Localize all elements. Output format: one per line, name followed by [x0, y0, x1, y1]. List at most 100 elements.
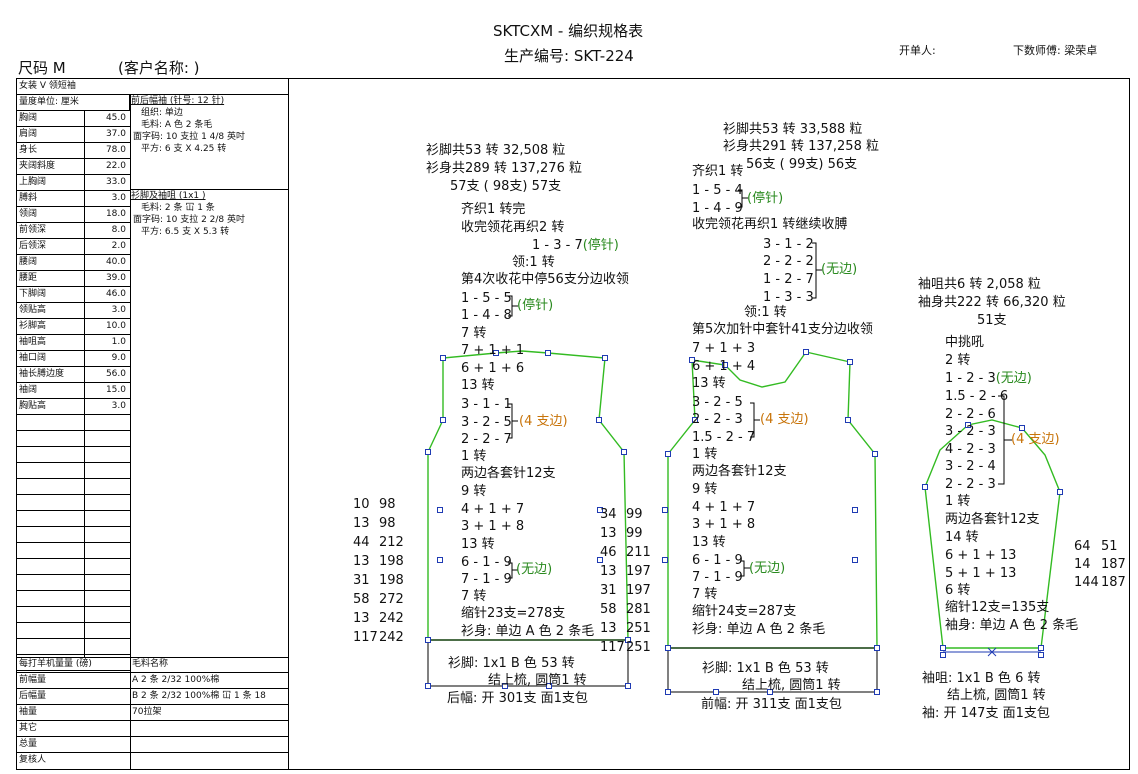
- node-handle[interactable]: [437, 557, 443, 563]
- count-a: 13: [353, 516, 370, 531]
- front-step: 6 + 1 + 4: [692, 359, 756, 374]
- count-a: 13: [600, 621, 617, 636]
- back-group3-note: (无边): [516, 562, 553, 577]
- node-handle[interactable]: [440, 355, 446, 361]
- sleeve-group-line: 3 - 2 - 4: [945, 459, 996, 474]
- back-step: 缩针23支=278支: [461, 606, 566, 621]
- count-b: 211: [626, 545, 651, 560]
- node-handle[interactable]: [847, 359, 853, 365]
- node-handle[interactable]: [662, 557, 668, 563]
- back-group1-line: 1 - 5 - 5: [461, 291, 512, 306]
- sleeve-group-line: 2 - 2 - 6: [945, 407, 996, 422]
- front-group3-line: 3 - 2 - 5: [692, 395, 743, 410]
- count-b: 242: [379, 611, 404, 626]
- front-group1-line: 1 - 4 - 9: [692, 201, 743, 216]
- back-group2-line: 3 - 2 - 5: [461, 415, 512, 430]
- node-handle[interactable]: [596, 417, 602, 423]
- node-handle[interactable]: [940, 645, 946, 651]
- count-b: 187: [1101, 557, 1126, 572]
- node-handle[interactable]: [621, 449, 627, 455]
- node-handle[interactable]: [922, 484, 928, 490]
- back-group2-line: 3 - 1 - 1: [461, 397, 512, 412]
- sleeve-step: 两边各套针12支: [945, 512, 1040, 527]
- front-group2-line: 1 - 3 - 3: [763, 290, 814, 305]
- front-group4-line: 6 - 1 - 9: [692, 553, 743, 568]
- back-split: 第4次收花中停56支分边收领: [461, 272, 629, 287]
- node-handle[interactable]: [425, 683, 431, 689]
- back-group3-line: 7 - 1 - 9: [461, 572, 512, 587]
- count-b: 51: [1101, 539, 1118, 554]
- count-b: 197: [626, 564, 651, 579]
- node-handle[interactable]: [1038, 645, 1044, 651]
- front-step: 4 + 1 + 7: [692, 500, 756, 515]
- sleeve-bracket: [998, 395, 1012, 485]
- front-group3-note: (4 支边): [760, 412, 809, 427]
- count-b: 99: [626, 507, 643, 522]
- back-body-total: 衫身共289 转 137,276 粒: [426, 161, 582, 176]
- back-step: 13 转: [461, 537, 495, 552]
- node-handle[interactable]: [1038, 652, 1044, 658]
- back-group1-note: (停针): [517, 298, 554, 313]
- node-handle[interactable]: [545, 350, 551, 356]
- count-a: 64: [1074, 539, 1091, 554]
- node-handle[interactable]: [852, 507, 858, 513]
- back-step: 1 转: [461, 449, 487, 464]
- count-b: 99: [626, 526, 643, 541]
- node-handle[interactable]: [803, 349, 809, 355]
- node-handle[interactable]: [845, 417, 851, 423]
- back-step: 3 + 1 + 8: [461, 519, 525, 534]
- front-group3-line: 1.5 - 2 - 7: [692, 430, 756, 445]
- node-handle[interactable]: [425, 637, 431, 643]
- count-b: 98: [379, 516, 396, 531]
- node-handle[interactable]: [665, 451, 671, 457]
- front-cast-on: 前幅: 开 311支 面1支包: [701, 697, 842, 712]
- count-a: 13: [353, 611, 370, 626]
- sleeve-cap-first: 1 - 2 - 3(无边): [945, 371, 1032, 386]
- front-rib-total: 衫脚共53 转 33,588 粒: [723, 122, 863, 137]
- node-handle[interactable]: [872, 451, 878, 457]
- count-b: 272: [379, 592, 404, 607]
- front-group1-note: (停针): [747, 191, 784, 206]
- node-handle[interactable]: [665, 645, 671, 651]
- sleeve-step: 14 转: [945, 530, 979, 545]
- front-neck-turns: 领:1 转: [744, 305, 787, 320]
- node-handle[interactable]: [437, 507, 443, 513]
- node-handle[interactable]: [440, 417, 446, 423]
- back-step: 6 + 1 + 6: [461, 361, 525, 376]
- count-b: 242: [379, 630, 404, 645]
- back-rib-spec: 结上梳, 圆筒1 转: [488, 673, 587, 688]
- front-body-total: 衫身共291 转 137,258 粒: [723, 139, 879, 154]
- count-a: 117: [600, 640, 625, 655]
- node-handle[interactable]: [1057, 489, 1063, 495]
- sleeve-rib-spec: 结上梳, 圆筒1 转: [947, 688, 1046, 703]
- node-handle[interactable]: [713, 689, 719, 695]
- front-group2-note: (无边): [821, 262, 858, 277]
- node-handle[interactable]: [662, 507, 668, 513]
- back-group2-note: (4 支边): [519, 414, 568, 429]
- count-b: 198: [379, 573, 404, 588]
- node-handle[interactable]: [874, 689, 880, 695]
- front-group2-line: 2 - 2 - 2: [763, 254, 814, 269]
- node-handle[interactable]: [1019, 425, 1025, 431]
- count-b: 281: [626, 602, 651, 617]
- node-handle[interactable]: [940, 652, 946, 658]
- sleeve-group-line: 3 - 2 - 3: [945, 424, 996, 439]
- node-handle[interactable]: [625, 683, 631, 689]
- count-a: 144: [1074, 575, 1099, 590]
- sleeve-step: 中挑吼: [945, 335, 985, 350]
- back-step: 7 转: [461, 589, 487, 604]
- count-a: 31: [600, 583, 617, 598]
- sleeve-step: 缩针12支=135支: [945, 600, 1050, 615]
- count-b: 212: [379, 535, 404, 550]
- node-handle[interactable]: [665, 689, 671, 695]
- back-step: 衫身: 单边 A 色 2 条毛: [461, 624, 595, 639]
- front-group4-line: 7 - 1 - 9: [692, 570, 743, 585]
- sleeve-step: 6 + 1 + 13: [945, 548, 1017, 563]
- sleeve-group-line: 4 - 2 - 3: [945, 442, 996, 457]
- node-handle[interactable]: [852, 557, 858, 563]
- node-handle[interactable]: [602, 355, 608, 361]
- count-b: 98: [379, 497, 396, 512]
- back-step: 两边各套针12支: [461, 466, 556, 481]
- node-handle[interactable]: [425, 449, 431, 455]
- node-handle[interactable]: [874, 645, 880, 651]
